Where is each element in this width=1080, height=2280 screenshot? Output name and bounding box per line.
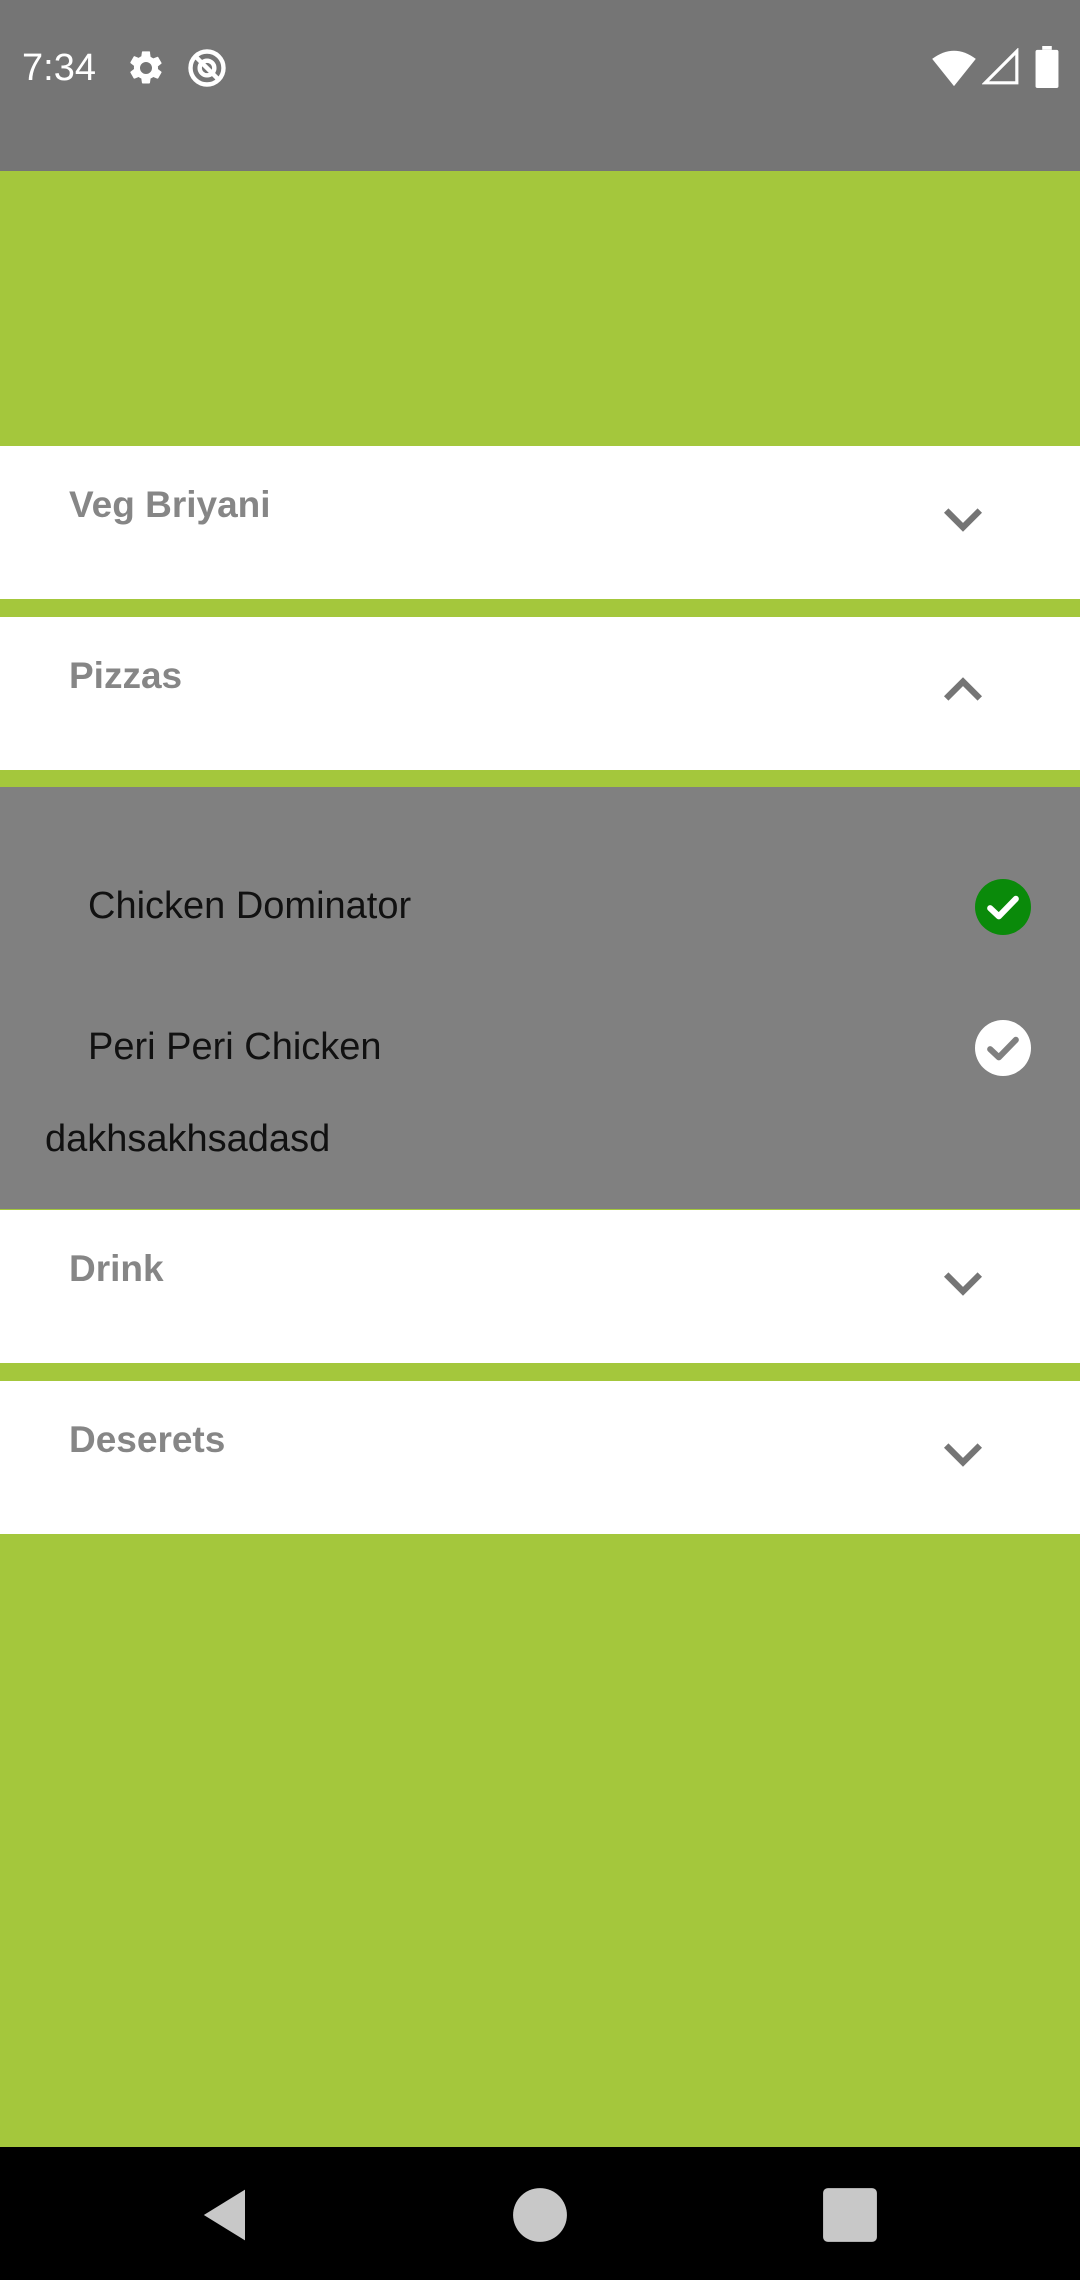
section-title: Drink [69, 1248, 164, 1289]
navigation-bar [0, 2147, 1080, 2280]
check-circle-icon[interactable] [975, 1020, 1031, 1076]
no-sync-icon [188, 49, 226, 87]
wifi-icon [932, 50, 976, 87]
pizzas-expanded-panel: Chicken Dominator Peri Peri Chicken dakh… [0, 787, 1080, 1209]
battery-icon [1035, 46, 1059, 88]
section-title: Deserets [69, 1419, 226, 1460]
chevron-down-icon[interactable] [938, 494, 988, 544]
section-deserets[interactable]: Deserets [0, 1381, 1080, 1534]
pizzas-extra-text: dakhsakhsadasd [45, 1118, 331, 1160]
home-icon[interactable] [502, 2177, 578, 2253]
list-item[interactable]: Chicken Dominator [0, 851, 1080, 961]
check-circle-filled-icon[interactable] [975, 879, 1031, 935]
chevron-down-icon[interactable] [938, 1258, 988, 1308]
chevron-down-icon[interactable] [938, 1429, 988, 1479]
chevron-up-icon[interactable] [938, 665, 988, 715]
section-drink[interactable]: Drink [0, 1210, 1080, 1363]
section-veg-briyani[interactable]: Veg Briyani [0, 446, 1080, 599]
list-item[interactable]: Peri Peri Chicken [0, 992, 1080, 1102]
header-banner [0, 171, 1080, 446]
section-title: Veg Briyani [69, 484, 271, 525]
section-title: Pizzas [69, 655, 183, 696]
section-pizzas[interactable]: Pizzas [0, 617, 1080, 770]
status-bar: 7:34 [0, 0, 1080, 171]
item-label: Chicken Dominator [88, 885, 412, 927]
recents-icon[interactable] [812, 2177, 888, 2253]
status-time: 7:34 [22, 47, 96, 89]
item-label: Peri Peri Chicken [88, 1026, 382, 1068]
signal-icon [982, 48, 1019, 85]
gear-icon [130, 51, 162, 84]
back-icon[interactable] [188, 2177, 264, 2253]
